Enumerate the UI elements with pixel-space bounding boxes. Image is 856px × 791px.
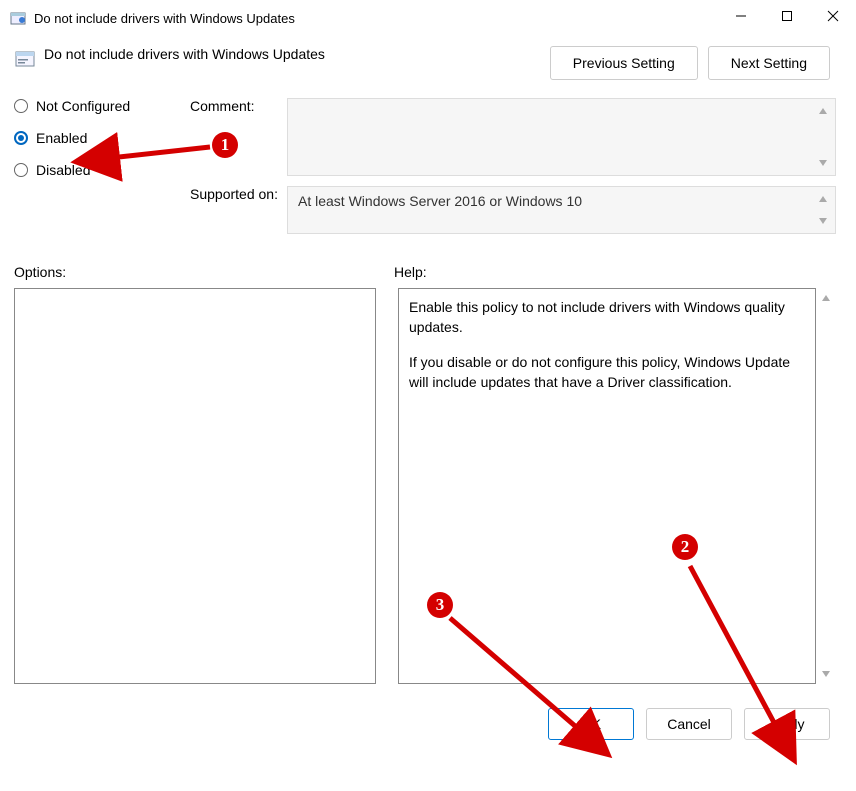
annotation-overlay <box>0 0 856 791</box>
